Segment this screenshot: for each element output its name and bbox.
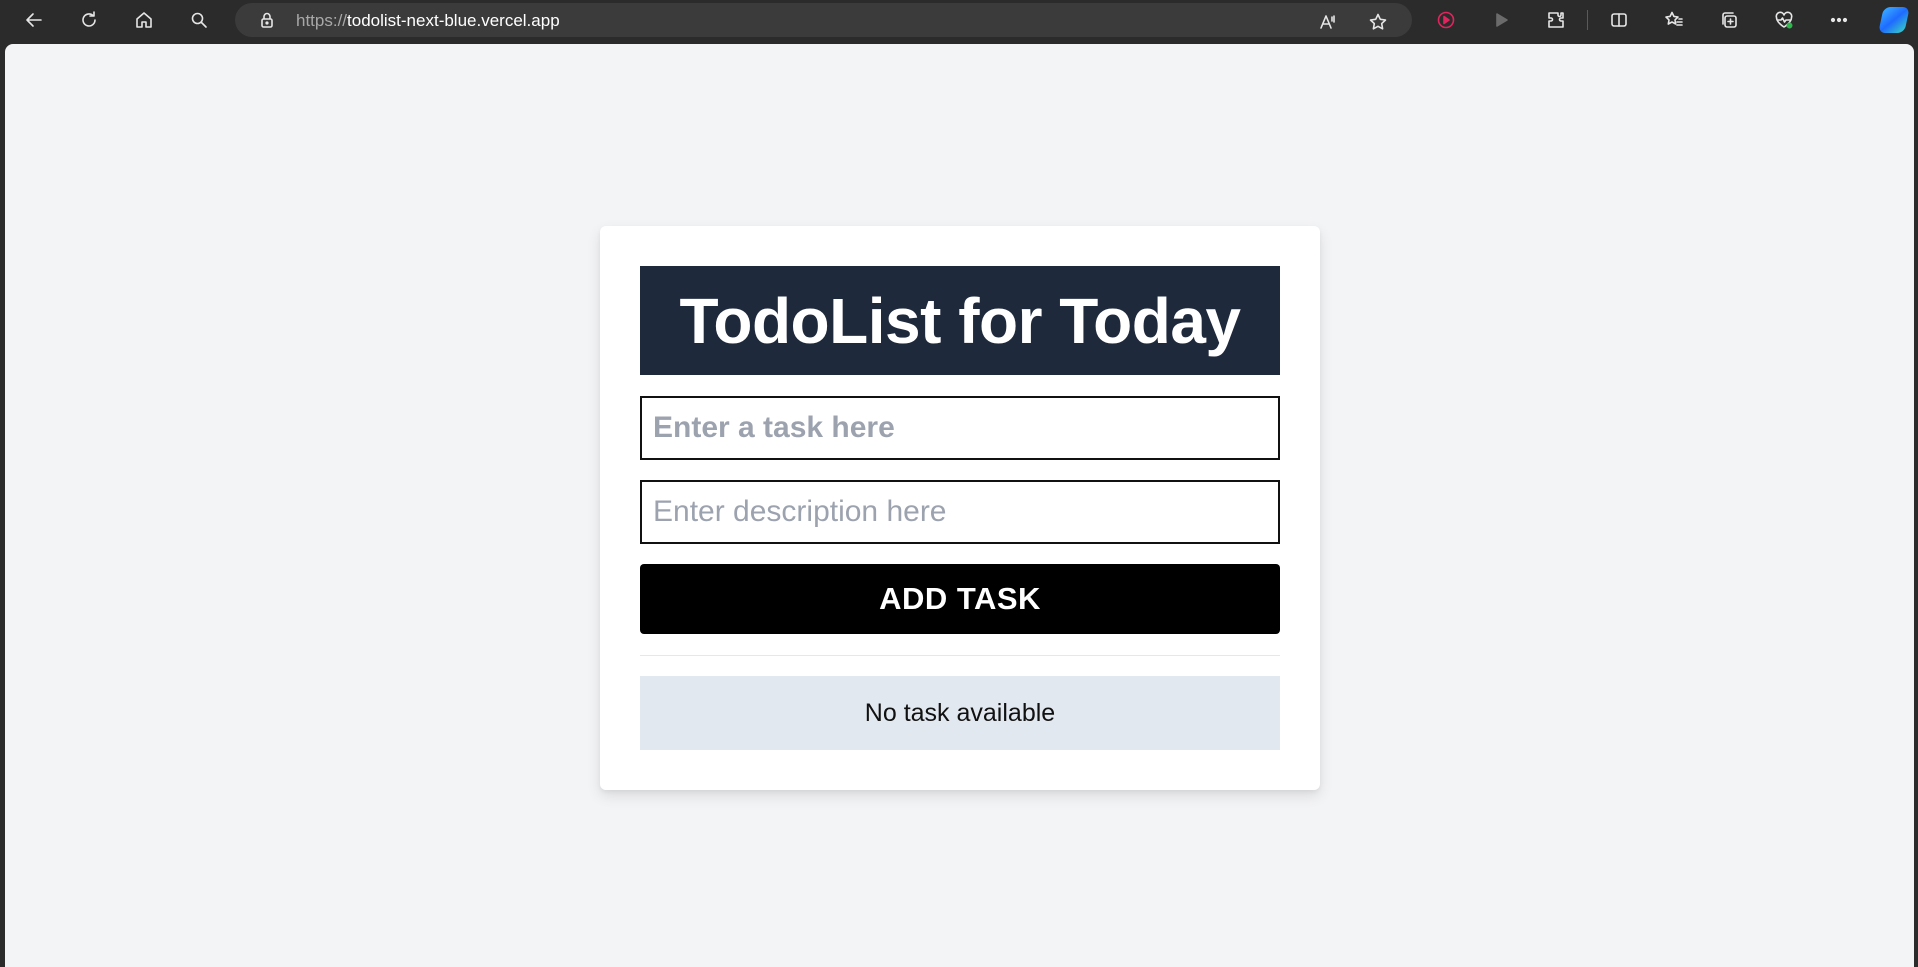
search-icon[interactable] [181, 2, 217, 38]
description-input[interactable] [640, 480, 1280, 544]
lock-icon[interactable] [257, 10, 277, 30]
favorites-icon[interactable] [1656, 2, 1692, 38]
page-title: TodoList for Today [679, 284, 1242, 357]
toolbar-separator [1587, 10, 1588, 30]
add-task-button[interactable]: ADD TASK [640, 564, 1280, 634]
title-header: TodoList for Today [640, 266, 1280, 375]
task-input[interactable] [640, 396, 1280, 460]
browser-toolbar: https://todolist-next-blue.vercel.app [0, 0, 1918, 40]
empty-task-text: No task available [864, 698, 1056, 727]
page-viewport: TodoList for Today ADD TASK No task avai… [5, 44, 1914, 967]
divider [640, 655, 1280, 656]
split-screen-icon[interactable] [1601, 2, 1637, 38]
home-icon[interactable] [126, 2, 162, 38]
favorite-star-icon[interactable] [1360, 4, 1396, 40]
nav-buttons [16, 2, 217, 38]
record-icon[interactable] [1428, 2, 1464, 38]
collections-icon[interactable] [1711, 2, 1747, 38]
url-host: todolist-next-blue.vercel.app [347, 11, 560, 30]
address-bar[interactable]: https://todolist-next-blue.vercel.app [235, 3, 1412, 37]
copilot-icon[interactable] [1876, 2, 1912, 38]
extensions-icon[interactable] [1538, 2, 1574, 38]
read-aloud-icon[interactable] [1310, 4, 1346, 40]
todo-card: TodoList for Today ADD TASK No task avai… [600, 226, 1320, 790]
empty-task-message: No task available [640, 676, 1280, 750]
address-bar-actions [1310, 4, 1396, 40]
browser-extensions [1428, 2, 1912, 38]
refresh-icon[interactable] [71, 2, 107, 38]
url-text[interactable]: https://todolist-next-blue.vercel.app [296, 11, 560, 31]
more-icon[interactable] [1821, 2, 1857, 38]
url-scheme: https:// [296, 11, 348, 30]
play-icon[interactable] [1483, 2, 1519, 38]
back-icon[interactable] [16, 2, 52, 38]
health-icon[interactable] [1766, 2, 1802, 38]
